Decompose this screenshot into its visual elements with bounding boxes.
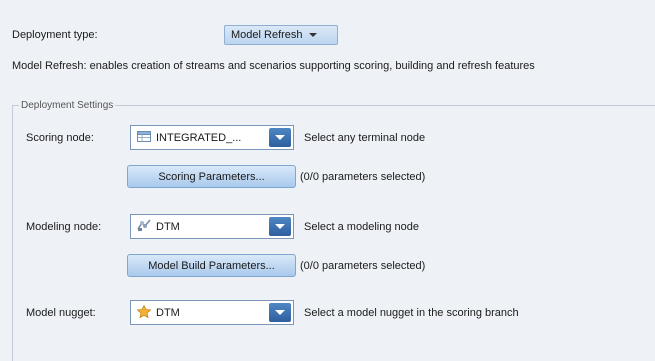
modeling-node-value: DTM <box>156 220 180 233</box>
nugget-icon <box>136 304 152 321</box>
model-nugget-value-area: DTM <box>131 301 267 324</box>
scoring-node-value-area: INTEGRATED_... <box>131 126 267 149</box>
deployment-type-dropdown[interactable]: Model Refresh <box>224 25 338 45</box>
scoring-node-dropdown-button[interactable] <box>269 128 291 147</box>
modeling-node-combo[interactable]: DTM <box>130 214 294 239</box>
chevron-down-icon <box>308 33 317 37</box>
modeling-node-label: Modeling node: <box>26 221 102 233</box>
modeling-node-value-area: DTM <box>131 215 267 238</box>
model-nugget-value: DTM <box>156 306 180 319</box>
scoring-node-combo[interactable]: INTEGRATED_... <box>130 125 294 150</box>
deployment-settings-legend: Deployment Settings <box>21 100 114 111</box>
scoring-parameters-button[interactable]: Scoring Parameters... <box>127 165 296 188</box>
model-nugget-dropdown-button[interactable] <box>269 303 291 322</box>
scoring-parameters-status: (0/0 parameters selected) <box>300 171 426 183</box>
chevron-down-icon <box>275 224 285 229</box>
modeling-node-dropdown-button[interactable] <box>269 217 291 236</box>
model-build-parameters-status: (0/0 parameters selected) <box>300 260 426 272</box>
model-build-parameters-button[interactable]: Model Build Parameters... <box>127 254 296 277</box>
scoring-node-label: Scoring node: <box>26 132 94 144</box>
model-nugget-combo[interactable]: DTM <box>130 300 294 325</box>
deployment-type-value: Model Refresh <box>231 29 303 41</box>
chevron-down-icon <box>275 310 285 315</box>
modeling-node-hint: Select a modeling node <box>304 221 419 233</box>
scoring-node-value: INTEGRATED_... <box>156 131 242 144</box>
model-node-icon <box>137 219 151 234</box>
deployment-type-label: Deployment type: <box>12 29 98 41</box>
model-nugget-label: Model nugget: <box>26 307 96 319</box>
model-nugget-hint: Select a model nugget in the scoring bra… <box>304 307 519 319</box>
table-node-icon <box>137 130 151 145</box>
chevron-down-icon <box>275 135 285 140</box>
scoring-node-hint: Select any terminal node <box>304 132 426 144</box>
deployment-type-description: Model Refresh: enables creation of strea… <box>12 60 535 72</box>
